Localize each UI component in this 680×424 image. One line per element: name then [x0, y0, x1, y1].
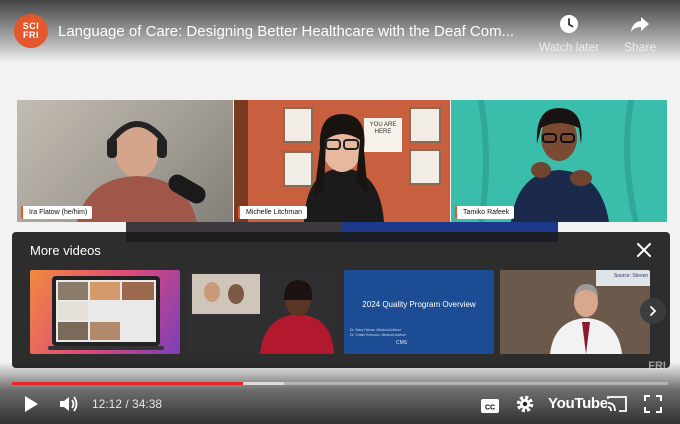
title-bar: SCI FRI Language of Care: Designing Bett… [0, 0, 680, 62]
thumbnail-corner-text: Source: Steven [613, 273, 648, 279]
thumbnail-1-image [48, 276, 164, 350]
participant-tile-tamiko: Tamiko Rafeek [451, 100, 667, 222]
slide-subtitle-line: Dr. Kristin Ericsson, Medical Advisor [350, 333, 407, 337]
participant-ira-figure [17, 100, 233, 222]
watch-later-button[interactable]: Watch later [536, 14, 602, 54]
video-player[interactable]: Ira Flatow (he/him) YOU ARE HERE Michell… [0, 0, 680, 424]
fullscreen-icon[interactable] [643, 394, 663, 414]
more-video-thumbnail-2[interactable] [188, 270, 338, 354]
share-icon [631, 17, 649, 32]
channel-watermark: FRI [648, 360, 666, 372]
slide-footer-logo: CMS [396, 340, 408, 346]
settings-icon[interactable] [515, 394, 535, 414]
more-video-thumbnail-4[interactable]: Source: Steven [500, 270, 650, 354]
more-videos-panel: More videos 2024 Quality Program Overvie… [12, 232, 670, 368]
youtube-logo-link[interactable]: YouTube [548, 395, 608, 412]
cast-icon[interactable] [606, 394, 628, 414]
thumbnail-2-image [192, 274, 334, 354]
thumbnail-4-image [500, 270, 650, 354]
more-video-thumbnail-1[interactable] [30, 270, 180, 354]
watch-later-label: Watch later [538, 40, 600, 54]
video-title[interactable]: Language of Care: Designing Better Healt… [58, 23, 528, 40]
volume-icon[interactable] [58, 394, 80, 414]
participant-tamiko-figure [451, 100, 667, 222]
progress-bar[interactable] [12, 382, 668, 385]
participant-tile-michelle: YOU ARE HERE Michelle Litchman [234, 100, 450, 222]
play-icon[interactable] [22, 394, 40, 414]
participant-name-tag: Tamiko Rafeek [455, 206, 515, 219]
close-icon[interactable] [634, 240, 654, 260]
chevron-right-icon [650, 306, 657, 316]
channel-logo-line2: FRI [23, 30, 39, 40]
share-label: Share [623, 40, 657, 54]
controls-shade [0, 362, 680, 424]
watch-later-icon [560, 15, 578, 33]
thumbnail-slide-subtitle: Dr. Mary Hanna, Medical Advisor Dr. Kris… [350, 328, 406, 338]
channel-logo[interactable]: SCI FRI [14, 14, 48, 48]
tile-wall-sign: YOU ARE HERE [369, 122, 397, 135]
time-display: 12:12 / 34:38 [92, 397, 163, 411]
participant-name-tag: Ira Flatow (he/him) [21, 206, 93, 219]
participant-michelle-figure [234, 100, 441, 222]
participant-tile-ira: Ira Flatow (he/him) [17, 100, 233, 222]
more-videos-heading: More videos [30, 243, 101, 258]
captions-icon[interactable]: CC [480, 396, 500, 416]
more-video-thumbnail-3[interactable]: 2024 Quality Program Overview Dr. Mary H… [344, 270, 494, 354]
share-button[interactable]: Share [607, 14, 673, 54]
participant-name-tag: Michelle Litchman [238, 206, 308, 219]
svg-text:CC: CC [485, 405, 495, 412]
thumbnail-slide-title: 2024 Quality Program Overview [362, 300, 476, 309]
progress-played [12, 382, 244, 385]
more-videos-next-button[interactable] [640, 298, 666, 324]
